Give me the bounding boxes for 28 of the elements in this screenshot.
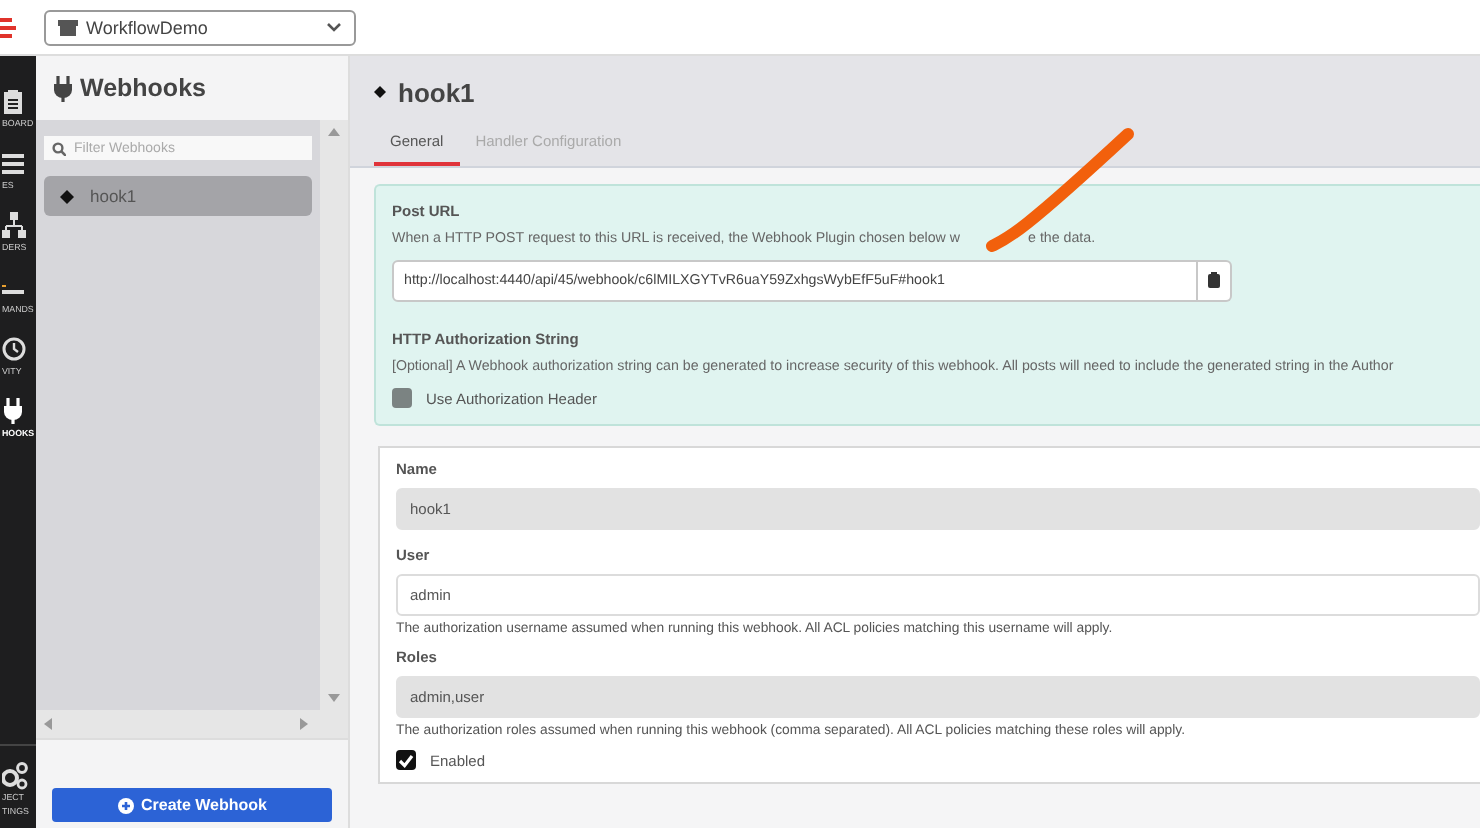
clipboard-icon <box>1208 272 1220 288</box>
checkbox[interactable] <box>396 750 416 770</box>
plug-icon <box>52 75 72 101</box>
diamond-icon <box>374 86 386 98</box>
arrow-up-icon[interactable] <box>328 128 340 136</box>
checkbox[interactable] <box>392 388 412 408</box>
page-title: hook1 <box>398 77 475 107</box>
arrow-left-icon[interactable] <box>44 718 52 730</box>
arrow-down-icon[interactable] <box>328 694 340 702</box>
chevron-down-icon <box>326 22 342 32</box>
clock-icon <box>2 336 26 362</box>
box-icon <box>58 19 78 35</box>
logo-icon[interactable] <box>0 17 16 37</box>
arrow-right-icon[interactable] <box>300 718 308 730</box>
list-icon <box>2 150 26 176</box>
sitemap-icon <box>2 212 26 238</box>
cogs-icon <box>2 762 30 791</box>
copy-button[interactable] <box>1198 259 1232 301</box>
plus-circle-icon <box>117 797 133 813</box>
search-icon <box>52 141 66 155</box>
plug-icon <box>2 398 26 424</box>
checkmark-icon <box>398 753 414 767</box>
vertical-scrollbar[interactable] <box>320 120 348 710</box>
sidebar-title: Webhooks <box>80 74 206 102</box>
project-select[interactable]: WorkflowDemo <box>44 9 356 45</box>
diamond-icon <box>60 189 74 203</box>
horizontal-scrollbar[interactable] <box>36 710 348 740</box>
create-webhook-button[interactable]: Create Webhook <box>52 788 332 822</box>
